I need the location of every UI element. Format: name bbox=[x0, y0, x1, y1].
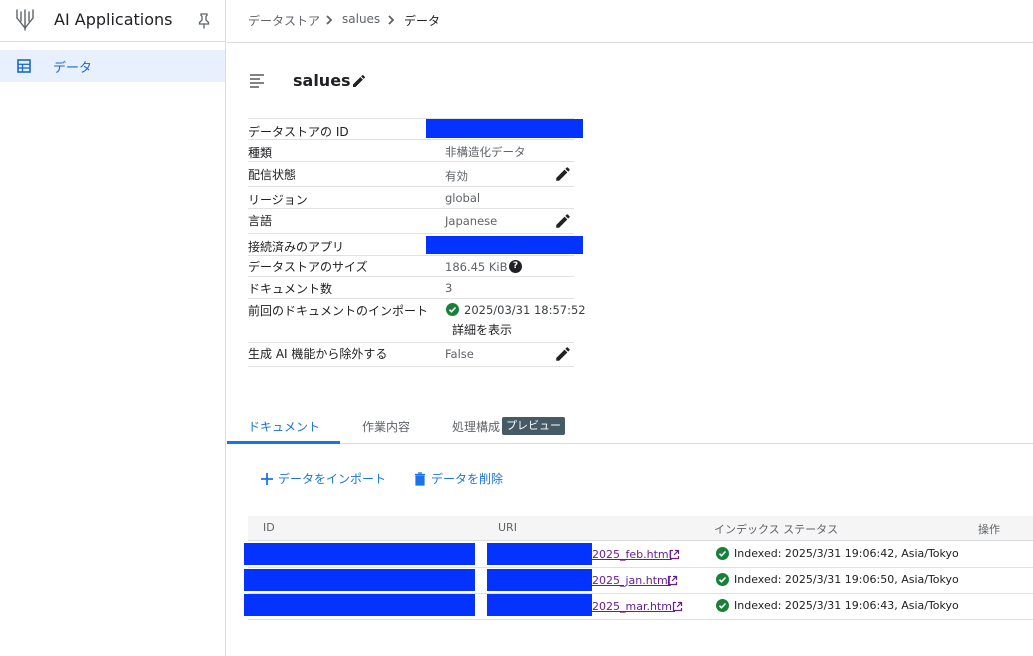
app-title: AI Applications bbox=[54, 10, 173, 29]
edit-language-icon[interactable] bbox=[554, 212, 572, 230]
redacted-id bbox=[244, 543, 475, 565]
column-header-uri[interactable]: URI bbox=[498, 521, 517, 534]
info-label: データストアの ID bbox=[248, 125, 349, 139]
info-label: 言語 bbox=[248, 214, 273, 228]
table-row[interactable]: 2025_jan.html Indexed: 2025/3/31 19:06:5… bbox=[244, 568, 1033, 594]
info-row-region: リージョン global bbox=[248, 187, 574, 209]
redacted-connected-apps bbox=[426, 236, 583, 254]
info-row-language: 言語 Japanese bbox=[248, 209, 574, 234]
sidebar-item-label: データ bbox=[53, 61, 93, 76]
redacted-datastore-id bbox=[426, 119, 583, 138]
table-row[interactable]: 2025_mar.html Indexed: 2025/3/31 19:06:4… bbox=[244, 594, 1033, 620]
redacted-uri-prefix bbox=[487, 543, 592, 565]
info-row-document-count: ドキュメント数 3 bbox=[248, 277, 574, 299]
preview-badge: プレビュー bbox=[502, 417, 565, 435]
help-icon[interactable]: ? bbox=[509, 260, 522, 273]
tab-documents[interactable]: ドキュメント bbox=[248, 418, 320, 435]
table-grid-icon bbox=[17, 59, 31, 73]
table-row[interactable]: 2025_feb.html Indexed: 2025/3/31 19:06:4… bbox=[244, 542, 1033, 568]
edit-name-icon[interactable] bbox=[351, 73, 367, 89]
chevron-right-icon bbox=[388, 15, 395, 25]
info-row-datastore-id: データストアの ID bbox=[248, 118, 583, 140]
column-header-id[interactable]: ID bbox=[263, 521, 275, 534]
redacted-id bbox=[244, 569, 475, 591]
check-circle-icon bbox=[716, 573, 729, 586]
sidebar-item-data[interactable]: データ bbox=[0, 50, 225, 82]
view-details-link[interactable]: 詳細を表示 bbox=[452, 321, 512, 338]
redacted-uri-prefix bbox=[487, 594, 592, 616]
tab-activity[interactable]: 作業内容 bbox=[362, 418, 410, 435]
info-value: 非構造化データ bbox=[445, 145, 526, 159]
info-value: 2025/03/31 18:57:52 bbox=[464, 303, 586, 317]
info-value: Japanese bbox=[445, 214, 498, 228]
tab-processing-config[interactable]: 処理構成 bbox=[452, 418, 500, 435]
external-link-icon[interactable] bbox=[667, 575, 678, 586]
sidebar-header: AI Applications bbox=[0, 0, 226, 42]
info-row-connected-apps: 接続済みのアプリ bbox=[248, 234, 583, 256]
info-row-type: 種類 非構造化データ bbox=[248, 140, 574, 162]
add-icon[interactable] bbox=[260, 472, 274, 486]
breadcrumb-salues[interactable]: salues bbox=[342, 12, 380, 26]
trash-icon[interactable] bbox=[413, 472, 427, 486]
info-label: 前回のドキュメントのインポート bbox=[248, 304, 429, 318]
document-uri-link[interactable]: 2025_jan.html bbox=[592, 574, 671, 587]
info-row-last-import: 前回のドキュメントのインポート 2025/03/31 18:57:52 詳細を表… bbox=[248, 299, 586, 343]
info-row-serving-state: 配信状態 有効 bbox=[248, 162, 574, 187]
tab-bar: ドキュメント 作業内容 処理構成 プレビュー bbox=[227, 412, 1033, 444]
sidebar: AI Applications データ bbox=[0, 0, 226, 656]
check-circle-icon bbox=[716, 547, 729, 560]
index-status: Indexed: 2025/3/31 19:06:42, Asia/Tokyo bbox=[734, 547, 959, 560]
index-status: Indexed: 2025/3/31 19:06:50, Asia/Tokyo bbox=[734, 573, 959, 586]
info-label: データストアのサイズ bbox=[248, 260, 368, 274]
document-uri-link[interactable]: 2025_feb.html bbox=[592, 548, 672, 561]
edit-serving-state-icon[interactable] bbox=[554, 165, 572, 183]
info-row-exclude-genai: 生成 AI 機能から除外する False bbox=[248, 343, 574, 367]
index-status: Indexed: 2025/3/31 19:06:43, Asia/Tokyo bbox=[734, 599, 959, 612]
info-label: 種類 bbox=[248, 146, 273, 160]
check-circle-icon bbox=[716, 599, 729, 612]
external-link-icon[interactable] bbox=[672, 601, 683, 612]
info-label: リージョン bbox=[248, 193, 308, 207]
delete-data-button[interactable]: データを削除 bbox=[431, 470, 503, 487]
column-header-actions: 操作 bbox=[978, 523, 1000, 536]
document-uri-link[interactable]: 2025_mar.html bbox=[592, 600, 675, 613]
info-row-datastore-size: データストアのサイズ 186.45 KiB ? bbox=[248, 256, 574, 277]
redacted-id bbox=[244, 594, 475, 616]
info-value: 3 bbox=[445, 281, 453, 295]
info-label: 配信状態 bbox=[248, 168, 297, 182]
info-value: False bbox=[445, 347, 474, 361]
info-label: 生成 AI 機能から除外する bbox=[248, 347, 388, 361]
datastore-icon bbox=[250, 74, 264, 88]
chevron-right-icon bbox=[326, 15, 333, 25]
breadcrumb: データストア salues データ bbox=[227, 0, 1033, 43]
info-value: 有効 bbox=[445, 169, 468, 183]
column-header-index-status[interactable]: インデックス ステータス bbox=[714, 521, 838, 537]
check-circle-icon bbox=[446, 303, 459, 316]
ai-applications-logo-icon bbox=[16, 9, 34, 31]
info-value: global bbox=[445, 191, 481, 205]
import-data-button[interactable]: データをインポート bbox=[278, 470, 386, 487]
redacted-uri-prefix bbox=[487, 569, 592, 591]
info-label: ドキュメント数 bbox=[248, 282, 333, 296]
external-link-icon[interactable] bbox=[669, 549, 680, 560]
breadcrumb-datastore[interactable]: データストア bbox=[248, 12, 320, 29]
info-value: 186.45 KiB bbox=[445, 260, 508, 274]
table-header: ID URI インデックス ステータス 操作 bbox=[248, 516, 1033, 541]
pin-icon[interactable] bbox=[196, 12, 212, 30]
active-tab-indicator bbox=[227, 441, 340, 444]
info-label: 接続済みのアプリ bbox=[248, 240, 345, 254]
breadcrumb-data: データ bbox=[404, 14, 441, 28]
page-title: salues bbox=[293, 71, 351, 90]
edit-exclude-genai-icon[interactable] bbox=[554, 345, 572, 363]
